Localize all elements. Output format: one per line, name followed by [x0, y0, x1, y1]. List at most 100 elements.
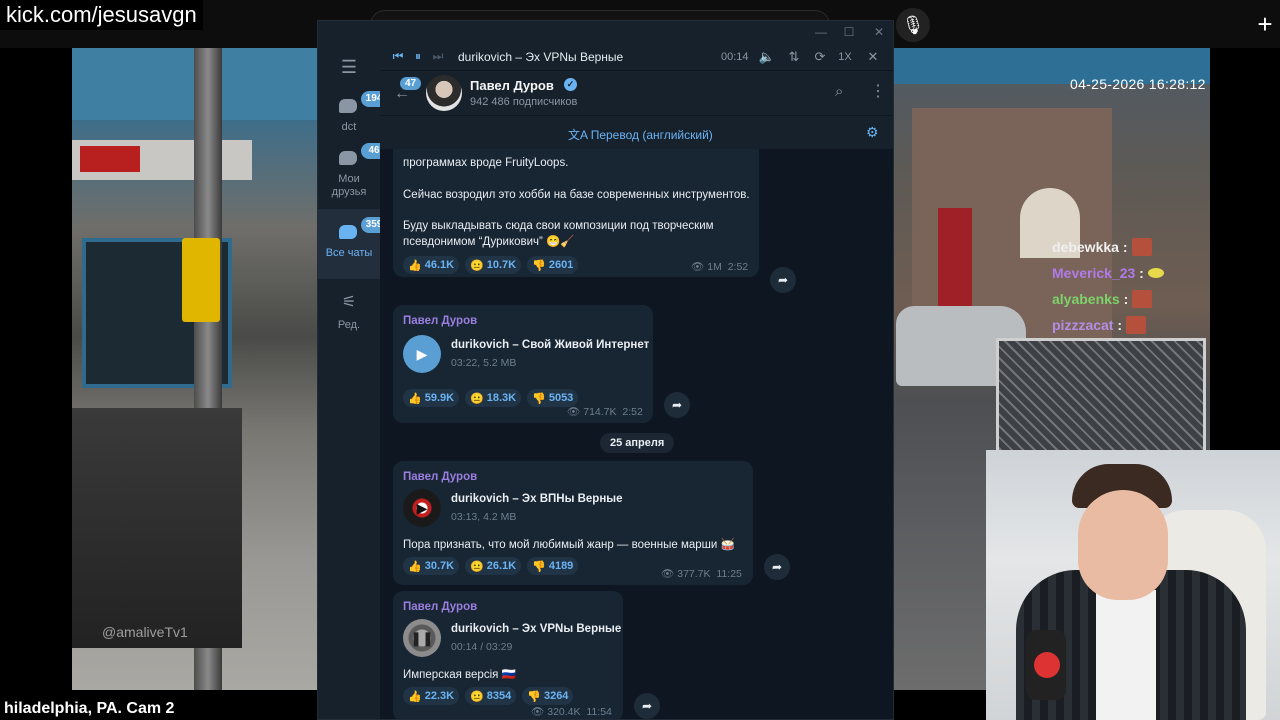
plus-icon[interactable]: +: [1250, 10, 1280, 40]
post-time: 11:25: [716, 568, 742, 580]
folder-label: Все чаты: [325, 247, 373, 259]
search-icon[interactable]: ⌕: [835, 83, 843, 100]
menu-icon[interactable]: ☰: [338, 57, 360, 77]
view-count: 377.7K: [677, 568, 711, 580]
share-icon[interactable]: ➦: [664, 392, 690, 418]
store-sign-logo: [80, 146, 140, 172]
folder-edit[interactable]: ⚟ Ред.: [318, 293, 380, 333]
pause-icon[interactable]: ❚❚: [403, 619, 441, 657]
channel-header: ← 47 Павел Дуров ✓ 942 486 подписчиков ⌕…: [380, 71, 893, 115]
play-icon[interactable]: ▶: [403, 335, 441, 373]
thumbs-up-icon: 👍: [408, 259, 422, 272]
order-icon[interactable]: ⇅: [785, 49, 803, 65]
reaction-neutral[interactable]: 😐 18.3K: [465, 389, 522, 407]
reaction-neutral[interactable]: 😐 26.1K: [465, 557, 522, 575]
post-meta: 👁 320.4K 11:54: [531, 705, 612, 718]
post-text: Имперская версія 🇷🇺: [403, 669, 516, 681]
post-author[interactable]: Павел Дуров: [403, 601, 477, 613]
minimize-icon[interactable]: —: [812, 23, 830, 41]
reaction-count: 30.7K: [424, 560, 455, 572]
channel-avatar[interactable]: [426, 75, 462, 111]
reaction-thumbs-up[interactable]: 👍 22.3K: [403, 687, 460, 705]
audio-title: durikovich – Эх ВПНы Верные: [451, 493, 623, 505]
channel-post: Павел Дуров ▶ durikovich – Эх ВПНы Верны…: [393, 461, 753, 585]
audio-track: ▶ durikovich – Свой Живой Интернет 03:22…: [403, 335, 663, 375]
more-options-icon[interactable]: ⋮: [870, 81, 886, 101]
playback-speed[interactable]: 1X: [836, 51, 854, 63]
share-icon[interactable]: ➦: [770, 267, 796, 293]
channel-name[interactable]: Павел Дуров: [470, 78, 554, 93]
reaction-thumbs-up[interactable]: 👍 59.9K: [403, 389, 460, 407]
views-icon: 👁: [567, 406, 584, 418]
channel-post: Павел Дуров ▶ durikovich – Свой Живой Ин…: [393, 305, 653, 423]
reaction-row: 👍 30.7K 😐 26.1K 👎 4189: [403, 557, 579, 575]
close-player-icon[interactable]: ✕: [864, 49, 882, 65]
reaction-row: 👍 59.9K 😐 18.3K 👎 5053: [403, 389, 579, 407]
repeat-icon[interactable]: ⟳: [811, 49, 829, 65]
neutral-face-icon: 😐: [470, 392, 484, 405]
previous-track-icon[interactable]: ⏮: [388, 49, 408, 64]
window-titlebar: — ☐ ✕: [318, 21, 893, 43]
emote-icon: [1147, 268, 1164, 278]
chat-line: debewkka :: [1052, 234, 1212, 260]
audio-title: durikovich – Эх VPNы Верные: [451, 623, 622, 635]
street-camera-left: @amaliveTv1: [72, 48, 318, 690]
share-icon[interactable]: ➦: [634, 693, 660, 719]
post-meta: 👁 1M 2:52: [691, 260, 748, 273]
camera-caption: hiladelphia, PA. Cam 2: [0, 698, 179, 720]
post-text-line: программах вроде FruityLoops.: [403, 157, 569, 169]
volume-icon[interactable]: 🔈: [758, 49, 776, 65]
player-track-title[interactable]: durikovich – Эх VPNы Верные: [458, 50, 623, 64]
view-count: 320.4K: [547, 706, 581, 718]
thumbs-down-icon: 👎: [532, 560, 546, 573]
reaction-thumbs-up[interactable]: 👍 46.1K: [403, 256, 460, 274]
folder-dct[interactable]: 194 dct: [318, 91, 387, 143]
chat-username: debewkka: [1052, 239, 1119, 255]
translate-icon: 文A: [568, 128, 591, 142]
microphone-icon[interactable]: 🎙: [896, 8, 930, 42]
reaction-neutral[interactable]: 😐 8354: [465, 687, 517, 705]
translate-settings-icon[interactable]: ⚙: [866, 124, 879, 141]
translate-label: Перевод (английский): [590, 128, 713, 142]
folder-my-friends[interactable]: 46 Мои друзья: [318, 143, 387, 207]
share-icon[interactable]: ➦: [764, 554, 790, 580]
reaction-count: 26.1K: [486, 560, 517, 572]
post-text: Пора признать, что мой любимый жанр — во…: [403, 539, 735, 551]
reaction-count: 18.3K: [486, 392, 517, 404]
translate-bar: 文A Перевод (английский) ⚙: [380, 115, 893, 149]
audio-title: durikovich – Свой Живой Интернет: [451, 339, 650, 351]
reaction-count: 3264: [543, 690, 569, 702]
translate-button[interactable]: 文A Перевод (английский): [568, 126, 713, 143]
reaction-thumbs-down[interactable]: 👎 2601: [527, 256, 579, 274]
view-count: 1M: [707, 261, 722, 273]
views-icon: 👁: [661, 568, 678, 580]
neutral-face-icon: 😐: [470, 259, 484, 272]
post-author[interactable]: Павел Дуров: [403, 315, 477, 327]
thumbs-down-icon: 👎: [532, 392, 546, 405]
streamer-shirt: [1096, 590, 1156, 720]
reaction-thumbs-down[interactable]: 👎 4189: [527, 557, 579, 575]
reaction-count: 5053: [548, 392, 574, 404]
folder-all-chats[interactable]: 359 Все чаты: [318, 209, 387, 279]
reaction-count: 59.9K: [424, 392, 455, 404]
reaction-count: 46.1K: [424, 259, 455, 271]
next-track-icon[interactable]: ⏭: [428, 49, 448, 64]
folder-label: dct: [341, 121, 357, 133]
post-text-line: Сейчас возродил это хобби на базе соврем…: [403, 189, 750, 201]
traffic-light: [182, 238, 220, 322]
camera-timestamp: 04-25-2026 16:28:12: [1070, 76, 1206, 92]
reaction-thumbs-down[interactable]: 👎 3264: [522, 687, 574, 705]
emote-icon: [1131, 238, 1152, 256]
pause-icon[interactable]: ⏸: [408, 49, 428, 64]
reaction-count: 22.3K: [424, 690, 455, 702]
channel-post: программах вроде FruityLoops. Сейчас воз…: [393, 149, 759, 277]
post-text-line: Буду выкладывать сюда свои композиции по…: [403, 220, 714, 232]
reaction-neutral[interactable]: 😐 10.7K: [465, 256, 522, 274]
chat-username: Meverick_23: [1052, 265, 1136, 281]
post-author[interactable]: Павел Дуров: [403, 471, 477, 483]
play-icon[interactable]: ▶: [403, 489, 441, 527]
close-icon[interactable]: ✕: [870, 23, 888, 41]
reaction-thumbs-up[interactable]: 👍 30.7K: [403, 557, 460, 575]
maximize-icon[interactable]: ☐: [840, 23, 858, 41]
thumbs-up-icon: 👍: [408, 560, 422, 573]
